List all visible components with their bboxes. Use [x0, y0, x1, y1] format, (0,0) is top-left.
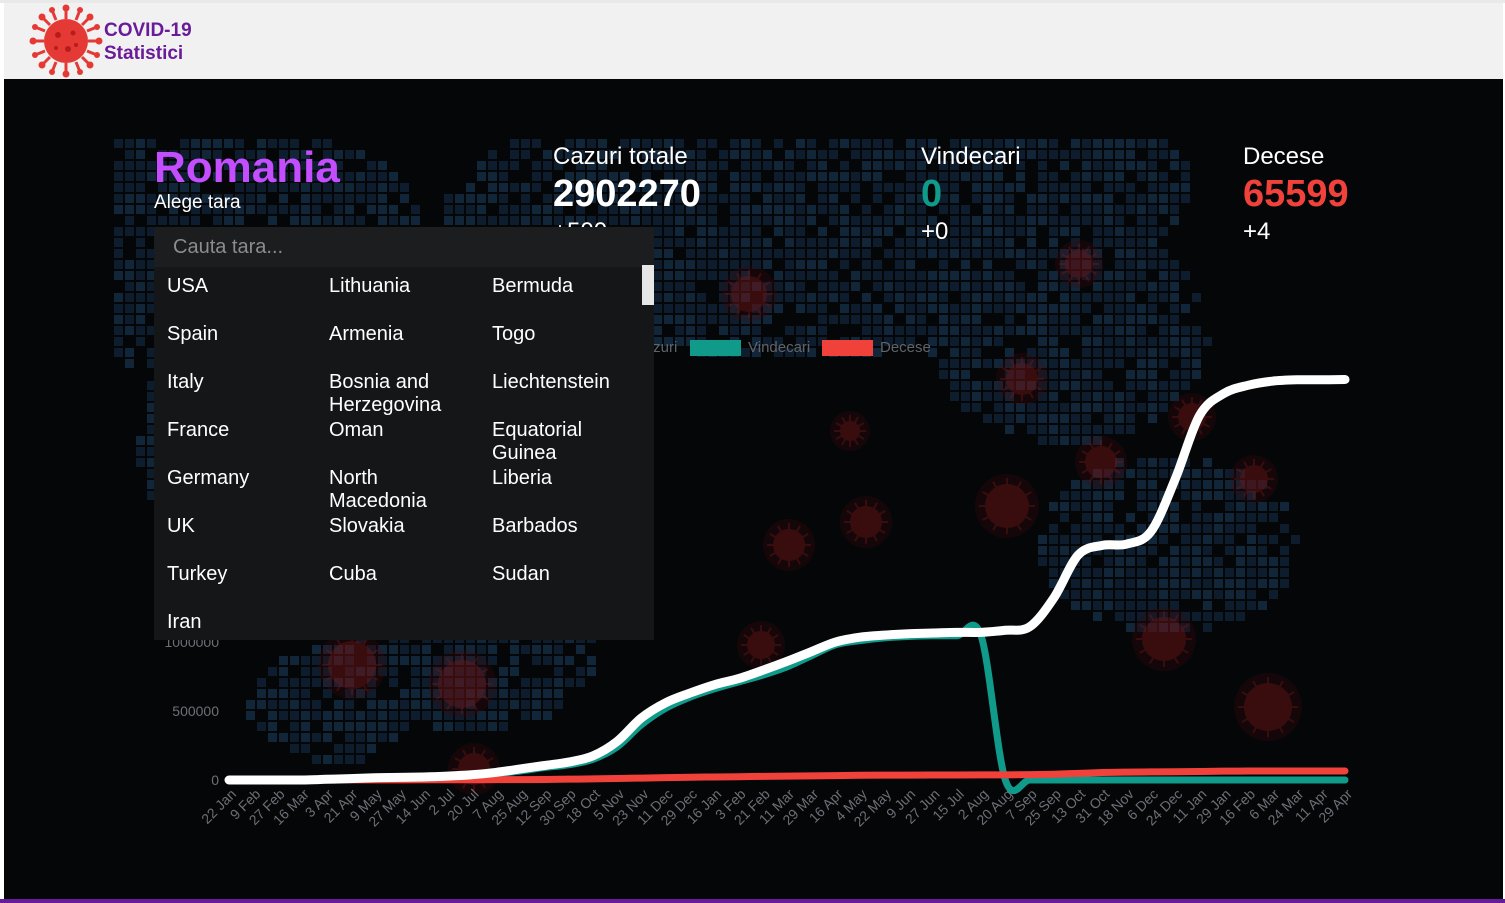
country-search-input[interactable]	[154, 227, 654, 267]
stat-deaths: Decese 65599 +4	[1243, 143, 1349, 246]
app-title[interactable]: COVID-19 Statistici	[104, 19, 192, 65]
y-tick-label: 0	[211, 772, 219, 788]
country-option[interactable]: Slovakia	[329, 515, 479, 563]
country-option[interactable]: Italy	[167, 371, 327, 419]
y-tick-label: 500000	[172, 703, 219, 719]
bottom-accent-bar	[0, 899, 1505, 903]
country-dropdown[interactable]: USASpainItalyFranceGermanyUKTurkeyIran L…	[154, 227, 654, 640]
legend-swatch-vindecari[interactable]	[690, 340, 741, 356]
country-option[interactable]: Barbados	[492, 515, 632, 563]
country-option[interactable]: Togo	[492, 323, 632, 371]
country-option[interactable]: Armenia	[329, 323, 479, 371]
stat-recovered-delta: +0	[921, 218, 949, 245]
series-line-vindecari[interactable]	[225, 621, 1349, 795]
app-header: COVID-19 Statistici	[4, 3, 1503, 79]
dropdown-scrollbar-thumb[interactable]	[642, 265, 654, 305]
country-option[interactable]: Oman	[329, 419, 479, 467]
country-option[interactable]: Lithuania	[329, 275, 479, 323]
stat-deaths-delta: +4	[1243, 218, 1271, 245]
country-option[interactable]: France	[167, 419, 327, 467]
country-option[interactable]: UK	[167, 515, 327, 563]
country-list-column-3: Bermuda Togo Liechtenstein Equatorial Guine…	[492, 275, 632, 611]
main-dashboard: 0500000100000015000002000000250000022 Ja…	[4, 79, 1503, 899]
country-title: Romania	[154, 143, 340, 192]
stat-cases-label: Cazuri totale	[553, 143, 688, 170]
country-option[interactable]: USA	[167, 275, 327, 323]
stat-cases-value: 2902270	[553, 173, 701, 215]
legend-label-decese[interactable]: Decese	[880, 339, 931, 356]
legend-label-vindecari[interactable]: Vindecari	[748, 339, 810, 356]
country-option[interactable]: North Macedonia	[329, 467, 479, 515]
choose-country-label: Alege tara	[154, 192, 241, 213]
legend-swatch-decese[interactable]	[822, 340, 873, 356]
app-title-line1: COVID-19	[104, 20, 192, 41]
stat-recovered: Vindecari 0 +0	[921, 143, 1021, 246]
country-option[interactable]: Cuba	[329, 563, 479, 611]
country-option[interactable]: Bermuda	[492, 275, 632, 323]
country-list-column-2: Lithuania Armenia Bosnia and Herzegovina Om…	[329, 275, 479, 611]
country-option[interactable]: Spain	[167, 323, 327, 371]
stat-deaths-value: 65599	[1243, 173, 1349, 215]
country-option[interactable]: Equatorial Guinea	[492, 419, 632, 467]
country-option[interactable]: Germany	[167, 467, 327, 515]
stat-recovered-label: Vindecari	[921, 143, 1021, 170]
stat-recovered-value: 0	[921, 173, 943, 215]
country-option[interactable]: Liechtenstein	[492, 371, 632, 419]
country-option[interactable]: Liberia	[492, 467, 632, 515]
country-option[interactable]: Bosnia and Herzegovina	[329, 371, 479, 419]
country-option[interactable]: Iran	[167, 611, 327, 659]
country-option[interactable]: Sudan	[492, 563, 632, 611]
country-list-column-1: USA Spain Italy France Germany UK Turkey Iran	[167, 275, 327, 659]
stat-deaths-label: Decese	[1243, 143, 1325, 170]
virus-icon[interactable]	[28, 3, 104, 79]
app-title-line2: Statistici	[104, 43, 184, 64]
country-option[interactable]: Turkey	[167, 563, 327, 611]
